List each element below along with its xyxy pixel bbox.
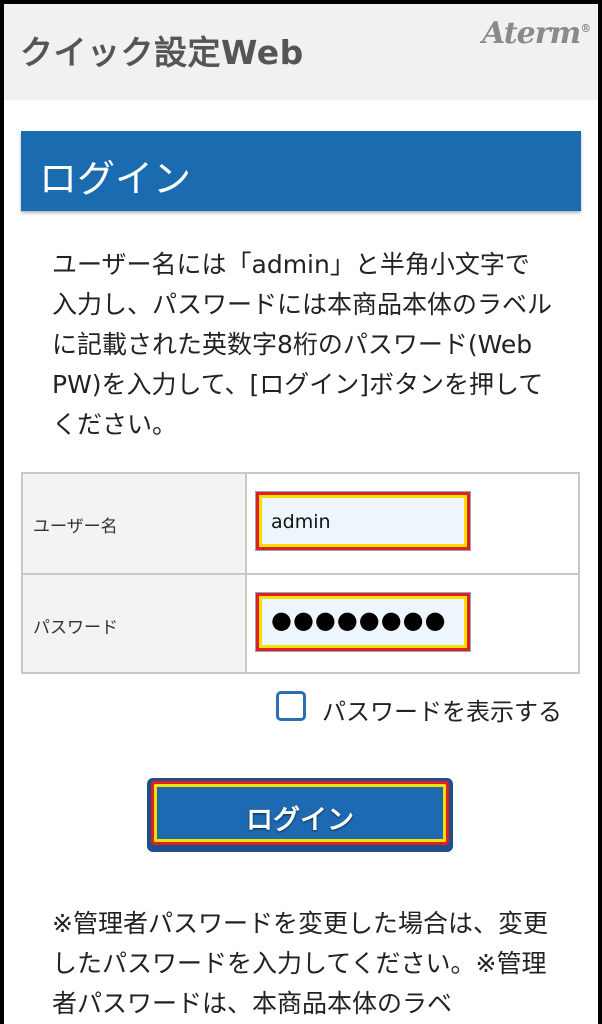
login-button-face[interactable]: ログイン — [151, 781, 449, 845]
registered-mark: ® — [580, 22, 591, 35]
login-panel-title: ログイン — [39, 157, 192, 201]
top-bar: クイック設定Web Aterm® — [4, 4, 598, 100]
login-button[interactable]: ログイン — [147, 778, 453, 852]
password-label-cell: パスワード — [23, 575, 247, 672]
phone-screen: クイック設定Web Aterm® ログイン ユーザー名には「admin」と半角小… — [4, 4, 598, 1024]
show-password-label[interactable]: パスワードを表示する — [322, 692, 562, 727]
brand-name: Aterm — [482, 16, 581, 51]
password-label: パスワード — [33, 618, 118, 638]
username-row: ユーザー名 admin — [23, 474, 578, 575]
password-row: パスワード ●●●●●●●● — [23, 575, 578, 672]
login-instructions: ユーザー名には「admin」と半角小文字で入力し、パスワードには本商品本体のラベ… — [52, 250, 553, 439]
login-button-label: ログイン — [246, 805, 354, 836]
login-panel-header: ログイン — [21, 131, 581, 211]
admin-password-notes: ※管理者パスワードを変更した場合は、変更したパスワードを入力してください。※管理… — [52, 909, 548, 1018]
password-masked-value: ●●●●●●●● — [271, 606, 447, 634]
username-label-cell: ユーザー名 — [23, 474, 247, 573]
login-form-table: ユーザー名 admin パスワード ●●●●●●●● — [21, 472, 580, 674]
username-input[interactable]: admin — [256, 492, 470, 550]
password-input[interactable]: ●●●●●●●● — [256, 593, 470, 651]
username-label: ユーザー名 — [33, 517, 118, 537]
app-title: クイック設定Web — [20, 33, 304, 72]
username-value: admin — [271, 511, 331, 533]
aterm-logo: Aterm® — [482, 16, 591, 51]
show-password-checkbox[interactable] — [276, 691, 306, 721]
